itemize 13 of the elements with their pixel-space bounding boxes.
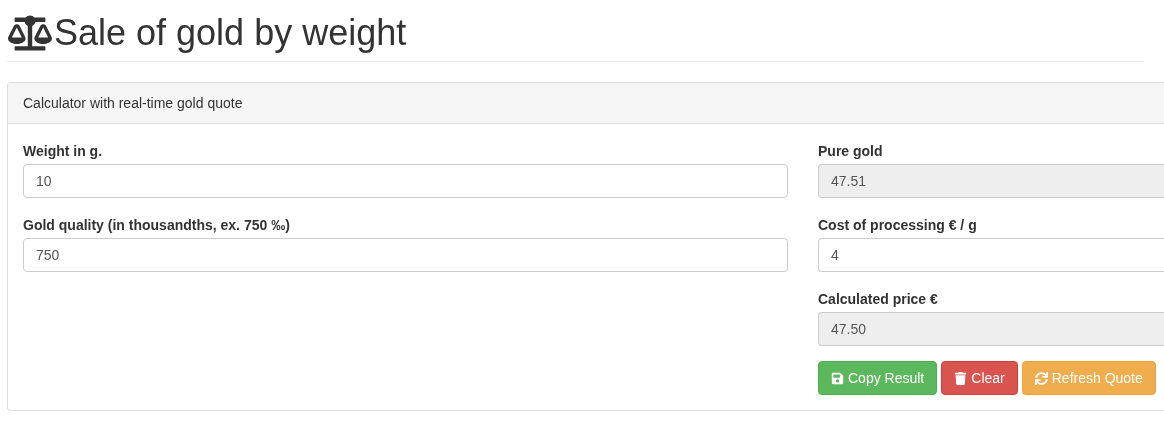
action-button[interactable]: Clear [941, 361, 1018, 395]
input-field[interactable]: 4 [818, 238, 1164, 272]
field-label: Pure gold [818, 143, 884, 159]
field-label: Weight in g. [23, 143, 104, 159]
input-field[interactable]: 47.51 [818, 164, 1164, 198]
page-title: Sale of gold by weight [54, 12, 407, 53]
field-label: Cost of processing € / g [818, 217, 978, 233]
panel-heading: Calculator with real-time gold quote [8, 83, 1164, 124]
input-field[interactable]: 47.50 [818, 312, 1164, 346]
field-label: Gold quality (in thousandths, ex. 750 ‰) [23, 217, 291, 233]
input-field[interactable]: 750 [23, 238, 788, 272]
field-label: Calculated price € [818, 291, 939, 307]
input-field[interactable]: 10 [23, 164, 788, 198]
